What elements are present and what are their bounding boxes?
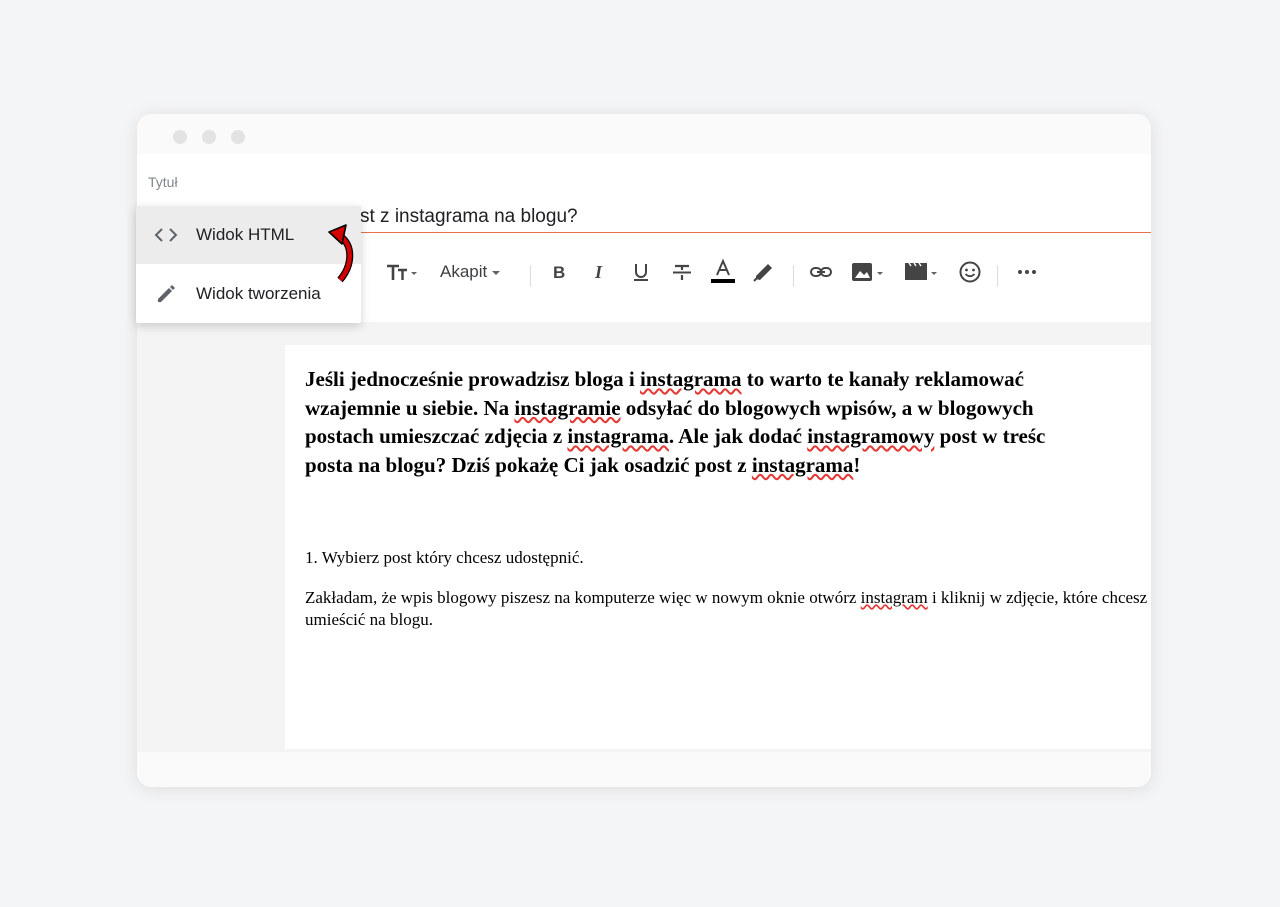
emoji-button[interactable]	[958, 252, 982, 292]
menu-item-label: Widok HTML	[196, 225, 295, 244]
red-curved-arrow-icon	[328, 224, 354, 283]
pencil-icon	[136, 283, 196, 305]
italic-icon: I	[594, 262, 603, 282]
step-heading: 1. Wybierz post który chcesz udostępnić.	[305, 548, 584, 567]
insert-video-button[interactable]	[904, 252, 942, 292]
toolbar-divider	[997, 265, 998, 287]
link-icon	[810, 267, 832, 277]
document-body[interactable]: Jeśli jednocześnie prowadzisz bloga i in…	[285, 345, 1151, 749]
toolbar-divider	[530, 265, 531, 287]
text-size-button[interactable]	[385, 252, 421, 292]
svg-text:I: I	[594, 262, 603, 282]
intro-paragraph: Jeśli jednocześnie prowadzisz bloga i in…	[305, 367, 1046, 477]
underline-button[interactable]	[631, 252, 651, 292]
bold-icon: B	[553, 263, 565, 282]
svg-text:B: B	[553, 263, 565, 282]
window-maximize-dot[interactable]	[231, 130, 245, 144]
italic-button[interactable]: I	[591, 252, 609, 292]
text-color-icon	[711, 258, 735, 283]
window-footer	[137, 752, 1151, 787]
insert-image-button[interactable]	[851, 252, 887, 292]
paragraph-style-label: Akapit	[440, 262, 488, 281]
window-close-dot[interactable]	[173, 130, 187, 144]
text-color-button[interactable]	[710, 252, 736, 292]
menu-item-label: Widok tworzenia	[196, 284, 321, 303]
image-icon	[852, 263, 883, 281]
highlight-button[interactable]	[752, 252, 776, 292]
code-icon	[136, 226, 196, 244]
spellcheck-word: instagram	[860, 588, 928, 607]
post-title-text: st z instagrama na blogu?	[360, 206, 578, 227]
chevron-down-icon	[492, 271, 501, 275]
spellcheck-word: instagrama	[640, 367, 742, 391]
strikethrough-button[interactable]	[671, 252, 693, 292]
paragraph-style-select[interactable]: Akapit	[440, 252, 505, 292]
spellcheck-word: instagrama	[567, 424, 669, 448]
more-options-button[interactable]	[1016, 252, 1038, 292]
window-titlebar	[137, 114, 1151, 154]
toolbar-divider	[793, 265, 794, 287]
highlighter-icon	[753, 264, 772, 282]
emoji-icon	[959, 261, 981, 283]
spellcheck-word: instagramie	[514, 395, 621, 420]
strikethrough-icon	[673, 264, 691, 280]
bold-button[interactable]: B	[550, 252, 568, 292]
document-content: Jeśli jednocześnie prowadzisz bloga i in…	[305, 365, 1151, 631]
more-horizontal-icon	[1018, 270, 1036, 274]
title-field-label: Tytuł	[148, 174, 178, 190]
underline-icon	[634, 264, 648, 281]
spellcheck-word: instagramowy	[807, 424, 935, 448]
link-button[interactable]	[809, 252, 833, 292]
step-paragraph: Zakładam, że wpis blogowy piszesz na kom…	[305, 588, 1148, 629]
spellcheck-word: instagrama	[751, 452, 854, 477]
window-minimize-dot[interactable]	[202, 130, 216, 144]
video-icon	[905, 262, 937, 280]
